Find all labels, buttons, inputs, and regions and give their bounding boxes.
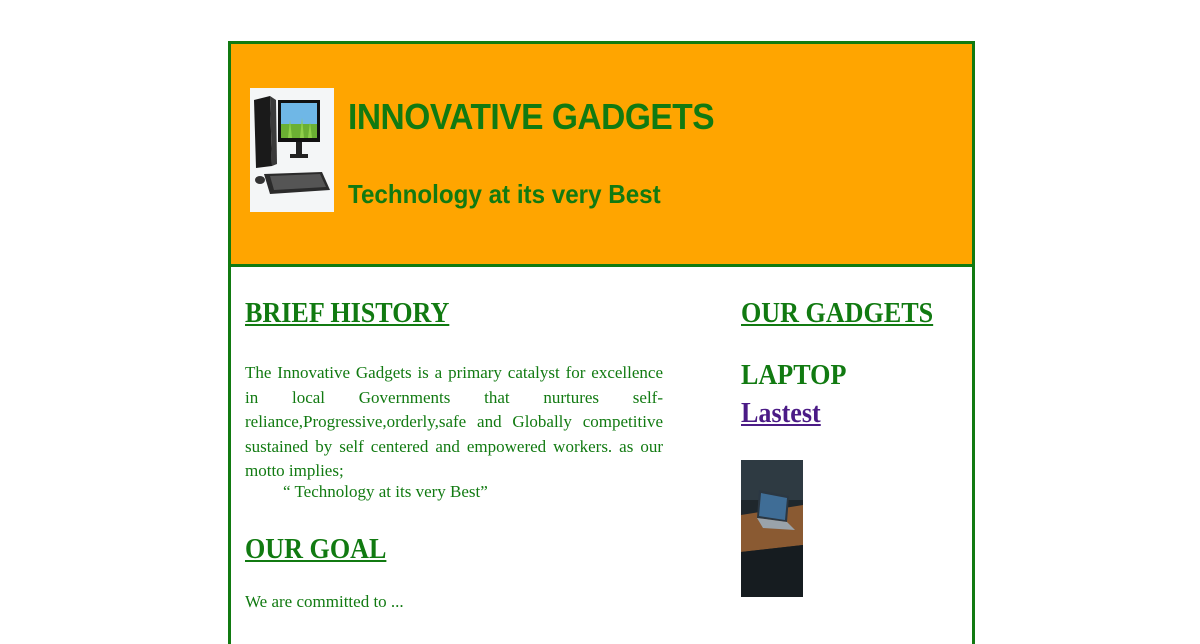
our-gadgets-heading: OUR GADGETS [741,297,934,329]
goal-paragraph: We are committed to ... [245,592,404,611]
main-content: BRIEF HISTORY The Innovative Gadgets is … [231,267,972,611]
latest-link[interactable]: Lastest [741,397,821,430]
site-tagline: Technology at its very Best [348,179,661,209]
desktop-computer-icon [250,88,334,212]
our-goal-heading: OUR GOAL [245,533,387,565]
laptop-title: LAPTOP [741,359,847,391]
motto-quote: “ Technology at its very Best” [283,482,488,501]
site-header: INNOVATIVE GADGETS Technology at its ver… [231,44,972,267]
page-container: INNOVATIVE GADGETS Technology at its ver… [228,41,975,644]
site-title: INNOVATIVE GADGETS [348,96,715,137]
brief-history-heading: BRIEF HISTORY [245,297,450,329]
laptop-photo [741,460,803,597]
history-paragraph: The Innovative Gadgets is a primary cata… [245,363,663,480]
